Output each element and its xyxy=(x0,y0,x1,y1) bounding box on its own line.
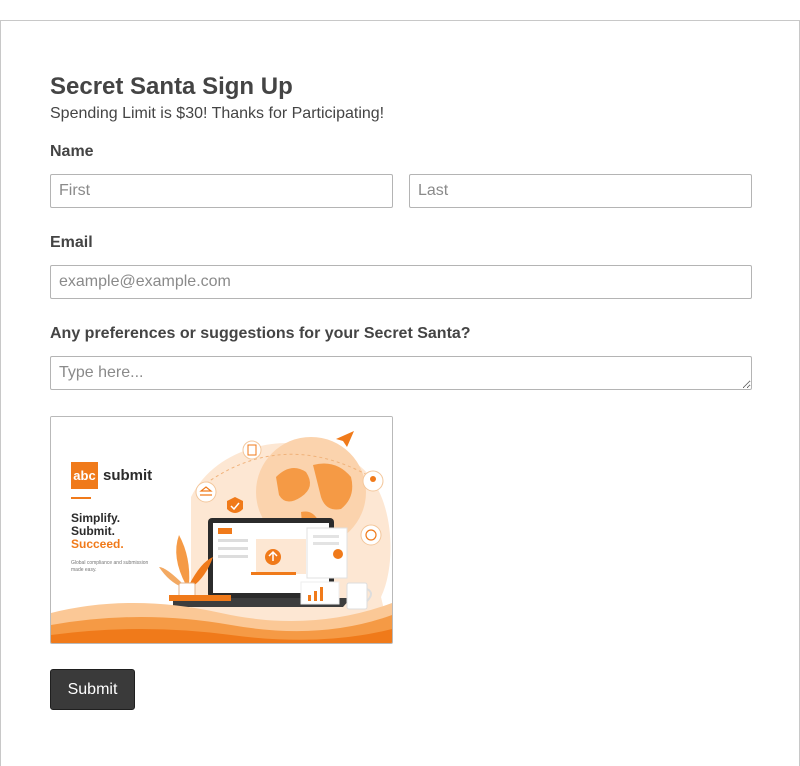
web-icon xyxy=(360,524,382,546)
first-name-input[interactable] xyxy=(50,174,393,208)
email-input[interactable] xyxy=(50,265,752,299)
form-card: Secret Santa Sign Up Spending Limit is $… xyxy=(0,20,800,766)
logo-underline xyxy=(71,497,91,499)
promo-blurb: Global compliance and submission made ea… xyxy=(71,560,149,573)
email-label: Email xyxy=(50,234,93,251)
bank-icon xyxy=(195,481,217,503)
preferences-label: Any preferences or suggestions for your … xyxy=(50,325,471,342)
logo-word: submit xyxy=(103,467,153,484)
check-badge-icon xyxy=(333,549,343,559)
logo-mark: abc xyxy=(71,462,98,489)
preferences-textarea[interactable] xyxy=(50,356,752,390)
form-subtitle: Spending Limit is $30! Thanks for Partic… xyxy=(50,105,385,122)
last-name-input[interactable] xyxy=(409,174,752,208)
promo-image: abc submit Simplify. Submit. Succeed. Gl… xyxy=(50,416,393,644)
tagline-succeed: Succeed. xyxy=(71,537,124,551)
name-label: Name xyxy=(50,143,94,160)
submit-button[interactable]: Submit xyxy=(50,669,135,710)
mug-icon xyxy=(346,582,368,610)
books-icon xyxy=(169,595,231,601)
document-icon xyxy=(242,440,262,460)
form-title: Secret Santa Sign Up xyxy=(50,73,293,100)
